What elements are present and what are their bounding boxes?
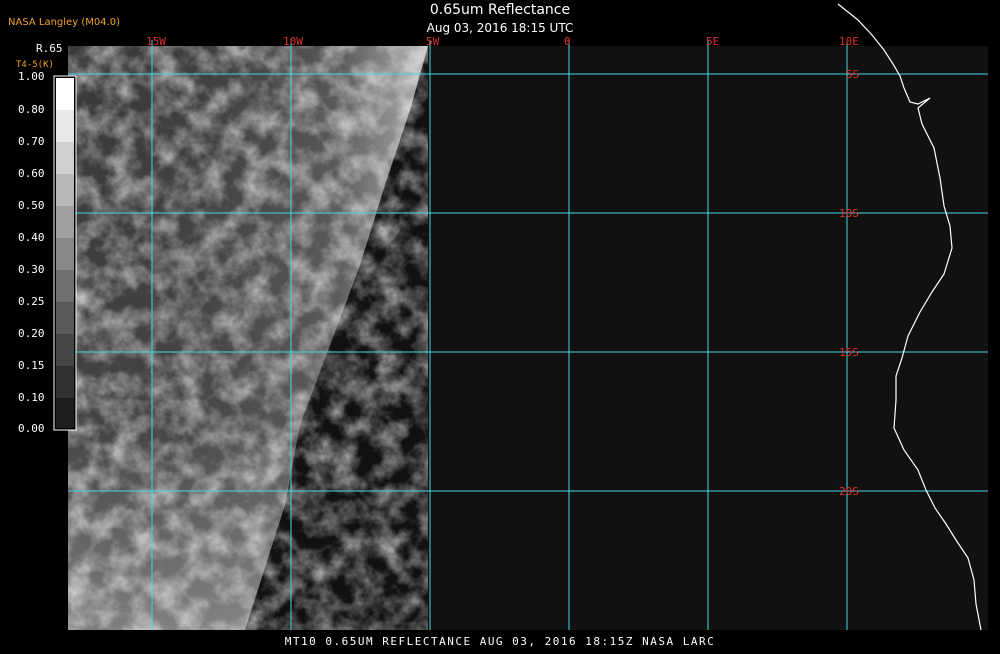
lon-label-5w: 5W — [426, 35, 440, 48]
lon-label-10w: 10W — [283, 35, 303, 48]
image-title: 0.65um Reflectance — [429, 2, 571, 18]
provider-label: NASA Langley (M04.0) — [8, 17, 120, 28]
legend-label: 0.25 — [18, 295, 45, 308]
legend-label: 0.00 — [18, 422, 45, 435]
lat-label-10s: 10S — [839, 207, 859, 220]
legend-label: 0.40 — [18, 231, 45, 244]
legend-label: 0.70 — [18, 135, 45, 148]
legend-label: 0.15 — [18, 359, 45, 372]
legend-label: 1.00 — [18, 70, 45, 83]
lat-label-5s: 5S — [846, 68, 859, 81]
lon-label-0: 0 — [564, 35, 571, 48]
legend-subtitle: T4-5(K) — [16, 60, 54, 70]
legend-colorbar — [53, 75, 77, 431]
lon-label-15w: 15W — [146, 35, 166, 48]
satellite-image-viewer: 15W 10W 5W 0 5E 10E 5S 10S 15S 20S 0.65u… — [0, 0, 1000, 650]
lon-label-5e: 5E — [706, 35, 719, 48]
legend-label: 0.80 — [18, 103, 45, 116]
legend-label: 0.60 — [18, 167, 45, 180]
reflectance-map: 15W 10W 5W 0 5E 10E 5S 10S 15S 20S — [53, 3, 988, 631]
lat-label-20s: 20S — [839, 485, 859, 498]
footer-caption: MT10 0.65UM REFLECTANCE AUG 03, 2016 18:… — [284, 635, 716, 648]
legend-label: 0.30 — [18, 263, 45, 276]
lat-label-15s: 15S — [839, 346, 859, 359]
image-timestamp: Aug 03, 2016 18:15 UTC — [426, 21, 574, 35]
legend-title: R.65 — [36, 42, 63, 55]
legend-label: 0.50 — [18, 199, 45, 212]
legend-label: 0.10 — [18, 391, 45, 404]
legend-label: 0.20 — [18, 327, 45, 340]
lon-label-10e: 10E — [839, 35, 859, 48]
